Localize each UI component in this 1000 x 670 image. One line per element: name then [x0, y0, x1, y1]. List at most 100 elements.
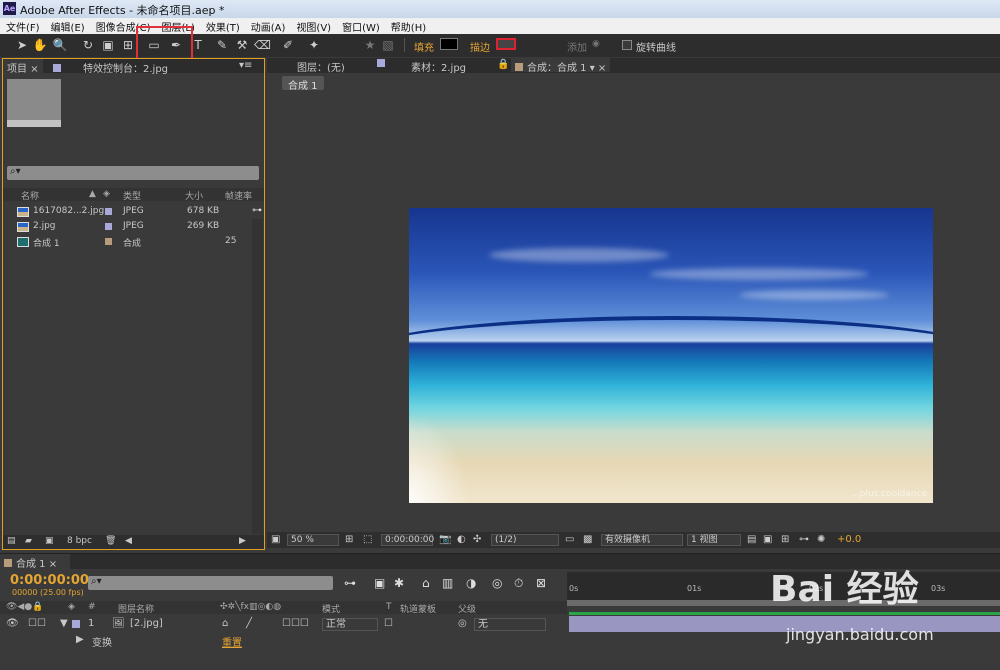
safe-zones-icon[interactable]: ⊞ [345, 534, 353, 545]
rotate-tool-icon[interactable]: ↻ [80, 38, 96, 53]
project-item[interactable]: 1617082...2.jpg JPEG 678 KB [3, 205, 264, 219]
col-rate[interactable]: 帧速率 [225, 189, 252, 202]
menu-help[interactable]: 帮助(H) [385, 18, 431, 34]
timeline-search-input[interactable]: ⌕▾ [88, 576, 333, 590]
channel-icon[interactable]: ✣ [473, 534, 481, 545]
trash-icon[interactable]: 🗑 [105, 536, 116, 546]
label-color[interactable] [105, 223, 112, 230]
switch-boxes[interactable]: ☐☐☐ [282, 618, 309, 629]
menu-file[interactable]: 文件(F) [0, 18, 45, 34]
project-search-input[interactable]: ⌕▾ [7, 166, 259, 180]
brainstorm-icon[interactable]: ◎ [492, 576, 502, 590]
zoom-tool-icon[interactable]: 🔍 [52, 38, 68, 53]
transparency-grid-icon[interactable]: ▩ [583, 534, 592, 545]
always-preview-icon[interactable]: ▣ [271, 534, 280, 545]
tab-project[interactable]: 项目 × [3, 59, 43, 75]
layer-name[interactable]: [2.jpg] [130, 618, 163, 629]
label-color[interactable] [105, 238, 112, 245]
expand-arrow-icon[interactable]: ▶ [76, 634, 84, 645]
transform-row[interactable]: ▶ 变换 重置 [0, 633, 567, 649]
menu-animation[interactable]: 动画(A) [245, 18, 291, 34]
hand-tool-icon[interactable]: ✋ [32, 38, 48, 53]
zoom-dropdown[interactable]: 50 % [287, 534, 339, 546]
roto-brush-tool-icon[interactable]: ✐ [280, 38, 296, 53]
project-scrollbar[interactable] [252, 219, 263, 534]
brush-tool-icon[interactable]: ✎ [214, 38, 230, 53]
panel-menu-icon[interactable]: ▾≡ [235, 59, 256, 73]
preserve-transparency-checkbox[interactable]: ☐ [384, 618, 393, 629]
expand-arrow-icon[interactable]: ▼ [60, 618, 68, 629]
selection-tool-icon[interactable]: ➤ [14, 38, 30, 53]
eye-icon[interactable]: 👁 [6, 618, 19, 629]
draft-3d-icon[interactable]: ✱ [394, 576, 404, 590]
views-dropdown[interactable]: 1 视图 [687, 534, 741, 546]
resolution-dropdown[interactable]: (1/2) [491, 534, 559, 546]
motion-blur-icon[interactable]: ◑ [466, 576, 476, 590]
layer-duration-bar[interactable] [569, 616, 1000, 632]
col-type[interactable]: 类型 [123, 189, 141, 202]
tab-composition[interactable]: 合成：合成 1 ▾ × [511, 58, 611, 74]
col-size[interactable]: 大小 [185, 189, 203, 202]
add-dropdown-icon[interactable]: ◉ [592, 39, 604, 49]
layer-row[interactable]: 👁 ☐☐ ▼ 1 🖼 [2.jpg] ⌂ ╱ ☐☐☐ 正常 ☐ ◎ 无 [0, 616, 567, 632]
shy-switch-icon[interactable]: ⌂ [222, 618, 228, 629]
comp-mini-flowchart-icon[interactable]: ⊶ [344, 576, 356, 590]
project-item[interactable]: 2.jpg JPEG 269 KB [3, 220, 264, 234]
show-snapshot-icon[interactable]: ◐ [457, 534, 466, 545]
timeline-icon[interactable]: ⊞ [781, 534, 789, 545]
fill-color-swatch[interactable] [440, 38, 458, 50]
mask-visibility-icon[interactable]: ⬚ [363, 534, 372, 545]
new-folder-icon[interactable]: ▰ [25, 536, 32, 546]
scroll-left-icon[interactable]: ◀ [125, 536, 132, 546]
graph-editor-icon[interactable]: ⊠ [536, 576, 546, 590]
blend-mode-dropdown[interactable]: 正常 [322, 618, 378, 631]
flowchart-icon[interactable]: ⊶ [799, 534, 809, 545]
timeline-timecode[interactable]: 0:00:00:00 [10, 573, 89, 588]
menu-edit[interactable]: 编辑(E) [45, 18, 90, 34]
col-source-name[interactable]: 图层名称 [118, 602, 154, 615]
new-composition-icon[interactable]: ▣ [45, 536, 54, 546]
composition-viewer[interactable]: ...plus.cooldance [409, 208, 933, 503]
exposure-icon[interactable]: ✺ [817, 534, 825, 545]
stroke-color-swatch[interactable] [496, 38, 516, 50]
col-name[interactable]: 名称 [21, 189, 39, 202]
menu-window[interactable]: 窗口(W) [336, 18, 385, 34]
toggle-pixel-aspect-icon[interactable]: ▤ [747, 534, 756, 545]
close-icon[interactable]: × [30, 64, 38, 75]
quality-switch-icon[interactable]: ╱ [246, 618, 252, 629]
pan-behind-tool-icon[interactable]: ⊞ [120, 38, 136, 53]
interpret-footage-icon[interactable]: ▤ [7, 536, 16, 546]
solo-checkbox[interactable]: ☐☐ [28, 618, 46, 629]
exposure-value[interactable]: +0.0 [837, 534, 861, 545]
sort-up-icon[interactable]: ▲ [89, 189, 96, 199]
auto-keyframe-icon[interactable]: ⏱ [514, 576, 523, 591]
parent-dropdown[interactable]: 无 [474, 618, 546, 631]
tab-layer[interactable]: 图层：(无) [293, 58, 349, 74]
layer-label-color[interactable] [72, 620, 80, 628]
current-time[interactable]: 0:00:00:00 [381, 534, 434, 546]
region-of-interest-icon[interactable]: ▭ [565, 534, 574, 545]
frame-blending-icon[interactable]: ▥ [442, 576, 453, 590]
eraser-tool-icon[interactable]: ⌫ [254, 38, 271, 53]
comp-breadcrumb[interactable]: 合成 1 [282, 76, 324, 92]
snapshot-icon[interactable]: 📷 [439, 534, 451, 545]
tab-timeline-comp[interactable]: 合成 1 × [0, 554, 70, 570]
puppet-pin-tool-icon[interactable]: ✦ [306, 38, 322, 53]
camera-tool-icon[interactable]: ▣ [100, 38, 116, 53]
shy-layers-icon[interactable]: ⌂ [422, 576, 430, 590]
scroll-right-icon[interactable]: ▶ [239, 536, 246, 546]
reset-link[interactable]: 重置 [222, 634, 242, 649]
project-item[interactable]: 合成 1 合成 25 [3, 235, 264, 249]
bpc-label[interactable]: 8 bpc [67, 536, 92, 546]
menu-effect[interactable]: 效果(T) [200, 18, 245, 34]
camera-dropdown[interactable]: 有效摄像机 [601, 534, 683, 546]
live-update-icon[interactable]: ▣ [374, 576, 385, 590]
clone-stamp-tool-icon[interactable]: ⚒ [234, 38, 250, 53]
fast-previews-icon[interactable]: ▣ [763, 534, 772, 545]
rotobezier-checkbox[interactable] [622, 40, 632, 50]
label-color[interactable] [105, 208, 112, 215]
pick-whip-icon[interactable]: ◎ [458, 618, 467, 629]
flowchart-icon[interactable]: ⊶ [252, 205, 262, 216]
tab-footage[interactable]: 素材：2.jpg [407, 58, 470, 74]
tab-effect-controls[interactable]: 特效控制台：2.jpg [49, 59, 172, 75]
